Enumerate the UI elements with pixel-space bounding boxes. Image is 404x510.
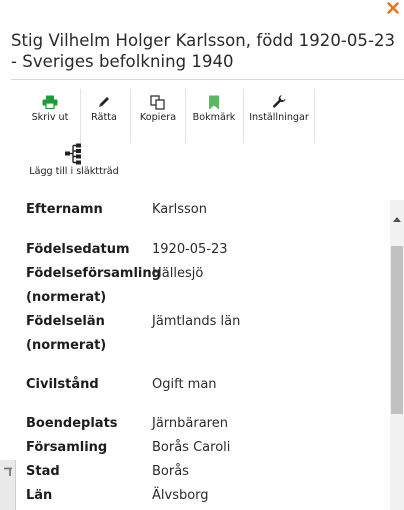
copy-button[interactable]: Kopiera <box>134 92 182 123</box>
correct-button[interactable]: Rätta <box>84 92 124 123</box>
correct-label: Rätta <box>91 112 117 123</box>
scrollbar-thumb[interactable] <box>391 246 403 414</box>
detail-label: Län <box>26 488 53 503</box>
bookmark-button[interactable]: Bokmärk <box>189 92 239 123</box>
family-tree-label: Lägg till i släktträd <box>29 166 119 177</box>
print-label: Skriv ut <box>31 112 69 123</box>
detail-value: Karlsson <box>152 202 207 217</box>
detail-value: Järnbäraren <box>152 416 228 431</box>
detail-value: Älvsborg <box>152 488 209 503</box>
pencil-icon <box>99 97 109 107</box>
dialog-title: Stig Vilhelm Holger Karlsson, född 1920-… <box>11 31 396 71</box>
detail-value: Borås <box>152 464 189 479</box>
title-divider <box>11 79 404 80</box>
detail-value: Ogift man <box>152 377 217 392</box>
detail-label: Civilstånd <box>26 377 99 392</box>
toolbar-divider <box>314 89 315 143</box>
record-details[interactable]: Efternamn Karlsson Födelsedatum 1920-05-… <box>0 200 390 510</box>
panel-collapse-icon <box>3 464 13 482</box>
toolbar-divider <box>243 89 244 143</box>
close-button[interactable] <box>386 1 400 15</box>
detail-label: Församling <box>26 440 108 455</box>
add-to-family-tree-button[interactable]: Lägg till i släktträd <box>28 142 120 177</box>
family-tree-icon <box>65 143 81 165</box>
detail-label: Födelsedatum <box>26 242 130 257</box>
toolbar-divider <box>80 89 81 143</box>
detail-label: Boendeplats <box>26 416 118 431</box>
scroll-up-button[interactable] <box>390 213 404 225</box>
detail-label: Stad <box>26 464 60 479</box>
toolbar-divider <box>130 89 131 143</box>
detail-label: Födelseförsamling (normerat) <box>26 266 161 305</box>
detail-label: Efternamn <box>26 202 103 217</box>
settings-button[interactable]: Inställningar <box>247 92 311 123</box>
close-icon <box>387 2 399 14</box>
detail-value: Hällesjö <box>152 266 204 281</box>
detail-value: 1920-05-23 <box>152 242 228 257</box>
side-panel-toggle[interactable] <box>0 460 16 510</box>
bookmark-icon <box>209 95 219 109</box>
copy-label: Kopiera <box>139 112 177 123</box>
detail-value: Borås Caroli <box>152 440 231 455</box>
wrench-icon <box>272 94 285 108</box>
print-button[interactable]: Skriv ut <box>24 92 76 123</box>
triangle-up-icon <box>393 216 401 222</box>
details-scrollbar[interactable] <box>390 200 404 510</box>
detail-value: Jämtlands län <box>152 314 241 329</box>
settings-label: Inställningar <box>249 112 309 123</box>
detail-label: Födelselän (normerat) <box>26 314 107 353</box>
printer-icon <box>42 95 58 109</box>
bookmark-label: Bokmärk <box>192 112 236 123</box>
toolbar-divider <box>185 89 186 143</box>
copy-icon <box>150 94 165 110</box>
